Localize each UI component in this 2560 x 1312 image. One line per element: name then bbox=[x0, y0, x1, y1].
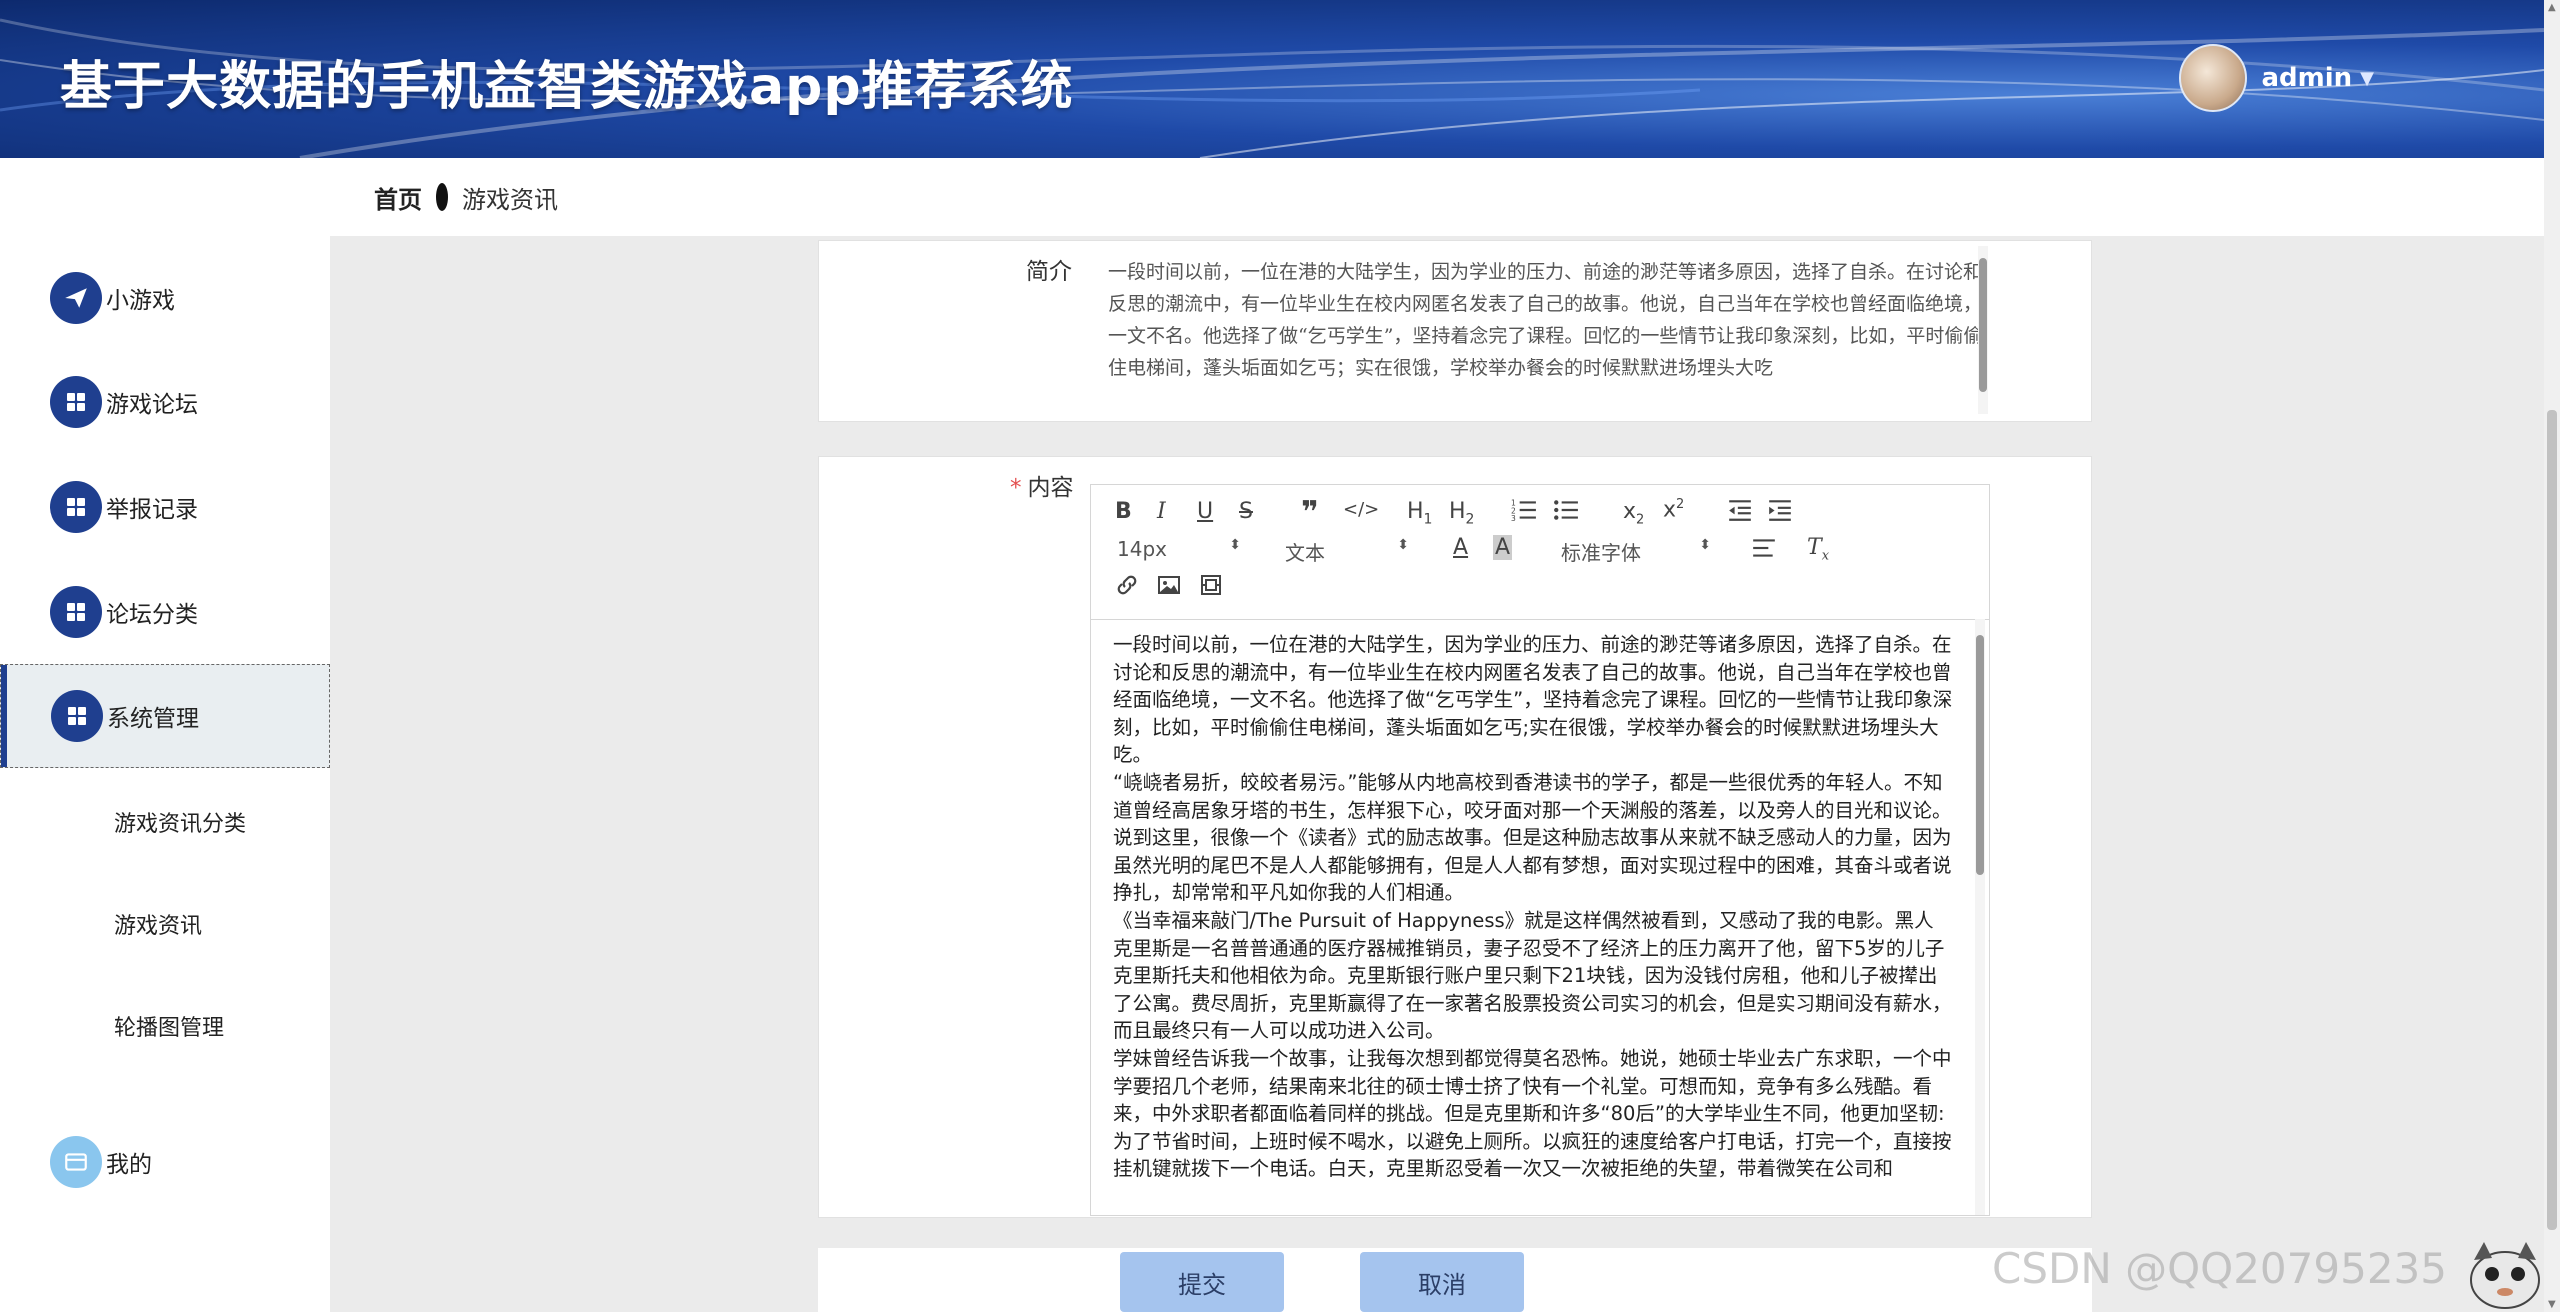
grid-icon bbox=[50, 481, 102, 533]
superscript-icon[interactable]: x2 bbox=[1663, 497, 1684, 522]
blockquote-icon[interactable]: ❞ bbox=[1301, 495, 1319, 530]
breadcrumb-home[interactable]: 首页 bbox=[374, 180, 422, 215]
sidebar-item-label: 游戏论坛 bbox=[106, 392, 198, 418]
sidebar: 小游戏 游戏论坛 举报记录 论坛分类 系统管理 游戏资讯分类 游戏资讯 轮播图管… bbox=[0, 158, 330, 1312]
underline-icon[interactable]: U bbox=[1197, 499, 1213, 524]
required-marker: * bbox=[1010, 475, 1022, 501]
sidebar-item-label: 举报记录 bbox=[106, 497, 198, 523]
editor-toolbar: B I U S ❞ </> H1 H2 123 x2 x2 14px ⬍ 文本 … bbox=[1091, 485, 1989, 620]
sidebar-item-mini-games[interactable]: 小游戏 bbox=[0, 246, 330, 350]
content-label-text: 内容 bbox=[1027, 475, 1074, 501]
avatar[interactable] bbox=[2179, 44, 2248, 112]
sidebar-subitem-game-news-category[interactable]: 游戏资讯分类 bbox=[114, 806, 246, 838]
bold-icon[interactable]: B bbox=[1115, 499, 1132, 524]
mascot-icon bbox=[2470, 1242, 2540, 1309]
select-arrows-icon: ⬍ bbox=[1397, 537, 1409, 553]
submit-button[interactable]: 提交 bbox=[1120, 1252, 1284, 1312]
paper-plane-icon bbox=[50, 272, 102, 324]
card-icon bbox=[50, 1136, 102, 1188]
indent-icon[interactable] bbox=[1767, 497, 1793, 529]
clear-format-icon[interactable]: Tx bbox=[1807, 535, 1829, 563]
editor-scrollbar[interactable] bbox=[1975, 619, 1985, 1215]
sidebar-item-system-management[interactable]: 系统管理 bbox=[0, 664, 330, 768]
cancel-button[interactable]: 取消 bbox=[1360, 1252, 1524, 1312]
intro-label: 简介 bbox=[1026, 259, 1072, 285]
content-paragraph: 一段时间以前，一位在港的大陆学生，因为学业的压力、前途的渺茫等诸多原因，选择了自… bbox=[1113, 633, 1953, 767]
sidebar-item-label: 我的 bbox=[106, 1152, 152, 1178]
text-style-value: 文本 bbox=[1285, 541, 1325, 565]
intro-scrollbar-thumb[interactable] bbox=[1979, 258, 1987, 392]
app-title: 基于大数据的手机益智类游戏app推荐系统 bbox=[60, 57, 1074, 117]
link-icon[interactable] bbox=[1115, 573, 1139, 603]
watermark: CSDN @QQ20795235 bbox=[1992, 1244, 2447, 1293]
user-menu[interactable]: admin ▼ bbox=[2179, 44, 2374, 112]
sidebar-item-label: 系统管理 bbox=[107, 706, 199, 732]
breadcrumb-separator-icon bbox=[436, 183, 448, 211]
username[interactable]: admin bbox=[2261, 63, 2352, 93]
form-actions: 提交 取消 bbox=[818, 1248, 2092, 1312]
sidebar-subitem-carousel-management[interactable]: 轮播图管理 bbox=[114, 1010, 224, 1042]
italic-icon[interactable]: I bbox=[1157, 499, 1166, 524]
background-color-icon[interactable]: A bbox=[1493, 535, 1513, 560]
sidebar-subitem-game-news[interactable]: 游戏资讯 bbox=[114, 908, 202, 940]
intro-scrollbar[interactable] bbox=[1978, 246, 1988, 414]
sidebar-item-report-records[interactable]: 举报记录 bbox=[0, 455, 330, 559]
ordered-list-icon[interactable]: 123 bbox=[1511, 497, 1537, 529]
font-size-select[interactable]: 14px ⬍ bbox=[1117, 537, 1241, 563]
intro-textarea[interactable]: 一段时间以前，一位在港的大陆学生，因为学业的压力、前途的渺茫等诸多原因，选择了自… bbox=[1090, 248, 1994, 418]
code-block-icon[interactable]: </> bbox=[1343, 499, 1379, 520]
subscript-icon[interactable]: x2 bbox=[1623, 499, 1644, 527]
sidebar-item-label: 论坛分类 bbox=[106, 602, 198, 628]
sidebar-item-mine[interactable]: 我的 bbox=[0, 1110, 330, 1214]
breadcrumb-current: 游戏资讯 bbox=[462, 185, 558, 214]
video-icon[interactable] bbox=[1199, 573, 1223, 603]
rich-text-editor: B I U S ❞ </> H1 H2 123 x2 x2 14px ⬍ 文本 … bbox=[1090, 484, 1990, 1216]
grid-icon bbox=[50, 586, 102, 638]
sidebar-item-game-forum[interactable]: 游戏论坛 bbox=[0, 350, 330, 454]
align-icon[interactable] bbox=[1751, 535, 1777, 567]
text-style-select[interactable]: 文本 ⬍ bbox=[1285, 537, 1409, 565]
svg-text:3: 3 bbox=[1511, 514, 1516, 523]
app-header: 基于大数据的手机益智类游戏app推荐系统 admin ▼ bbox=[0, 0, 2544, 158]
font-family-select[interactable]: 标准字体 ⬍ bbox=[1561, 537, 1711, 565]
content-paragraph: 《当幸福来敲门/The Pursuit of Happyness》就是这样偶然被… bbox=[1113, 908, 1952, 1043]
content-paragraph: 学妹曾经告诉我一个故事，让我每次想到都觉得莫名恐怖。她说，她硕士毕业去广东求职，… bbox=[1113, 1046, 1952, 1181]
content-paragraph: “峣峣者易折，皎皎者易污。”能够从内地高校到香港读书的学子，都是一些很优秀的年轻… bbox=[1113, 770, 1952, 822]
image-icon[interactable] bbox=[1157, 573, 1181, 603]
heading-1-icon[interactable]: H1 bbox=[1407, 499, 1432, 527]
font-family-value: 标准字体 bbox=[1561, 541, 1641, 565]
bullet-list-icon[interactable] bbox=[1553, 497, 1579, 529]
grid-icon bbox=[51, 690, 103, 742]
heading-2-icon[interactable]: H2 bbox=[1449, 499, 1474, 527]
scroll-up-arrow-icon[interactable]: ▲ bbox=[2548, 2, 2556, 13]
breadcrumb: 首页 游戏资讯 bbox=[330, 158, 2544, 236]
chevron-down-icon[interactable]: ▼ bbox=[2360, 68, 2374, 89]
grid-icon bbox=[50, 376, 102, 428]
font-color-icon[interactable]: A bbox=[1453, 535, 1468, 560]
select-arrows-icon: ⬍ bbox=[1229, 537, 1241, 553]
content-label: * 内容 bbox=[1010, 468, 1074, 502]
editor-content[interactable]: 一段时间以前，一位在港的大陆学生，因为学业的压力、前途的渺茫等诸多原因，选择了自… bbox=[1091, 619, 1975, 1215]
outdent-icon[interactable] bbox=[1727, 497, 1753, 529]
sidebar-item-label: 小游戏 bbox=[106, 288, 175, 314]
editor-scrollbar-thumb[interactable] bbox=[1976, 635, 1984, 875]
page-scrollbar-thumb[interactable] bbox=[2547, 410, 2557, 1230]
select-arrows-icon: ⬍ bbox=[1699, 537, 1711, 553]
sidebar-item-forum-categories[interactable]: 论坛分类 bbox=[0, 560, 330, 664]
page-scrollbar[interactable]: ▲ ▼ bbox=[2544, 0, 2560, 1312]
content-paragraph: 说到这里，很像一个《读者》式的励志故事。但是这种励志故事从来就不缺乏感动人的力量… bbox=[1113, 826, 1952, 905]
strikethrough-icon[interactable]: S bbox=[1239, 499, 1253, 524]
font-size-value: 14px bbox=[1117, 537, 1167, 561]
